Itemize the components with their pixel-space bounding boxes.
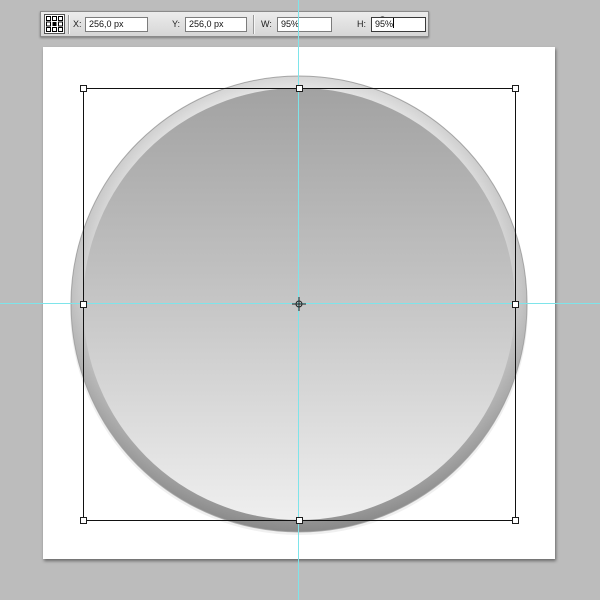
w-label: W: [261,19,272,29]
reference-point-grid-icon[interactable] [44,14,65,34]
x-label: X: [73,19,82,29]
y-position-field[interactable]: 256,0 px [185,17,247,32]
x-value: 256,0 px [89,19,124,29]
separator [253,15,255,34]
text-caret [393,18,395,28]
transform-handle-bottom-right[interactable] [512,517,519,524]
w-value: 95% [281,19,300,29]
y-value: 256,0 px [189,19,224,29]
transform-handle-top-left[interactable] [80,85,87,92]
h-value: 95% [375,19,394,29]
transform-handle-left[interactable] [80,301,87,308]
transform-handle-top-right[interactable] [512,85,519,92]
y-label: Y: [172,19,181,29]
width-field[interactable]: 95% [277,17,332,32]
h-label: H: [357,19,366,29]
transform-handle-right[interactable] [512,301,519,308]
transform-options-bar: X: 256,0 px Y: 256,0 px W: 95% H: 95% [40,11,429,37]
reference-point-crosshair-icon[interactable] [292,297,306,311]
height-field[interactable]: 95% [371,17,426,32]
transform-handle-bottom-left[interactable] [80,517,87,524]
transform-handle-top[interactable] [296,85,303,92]
x-position-field[interactable]: 256,0 px [85,17,148,32]
transform-handle-bottom[interactable] [296,517,303,524]
separator [68,15,70,34]
